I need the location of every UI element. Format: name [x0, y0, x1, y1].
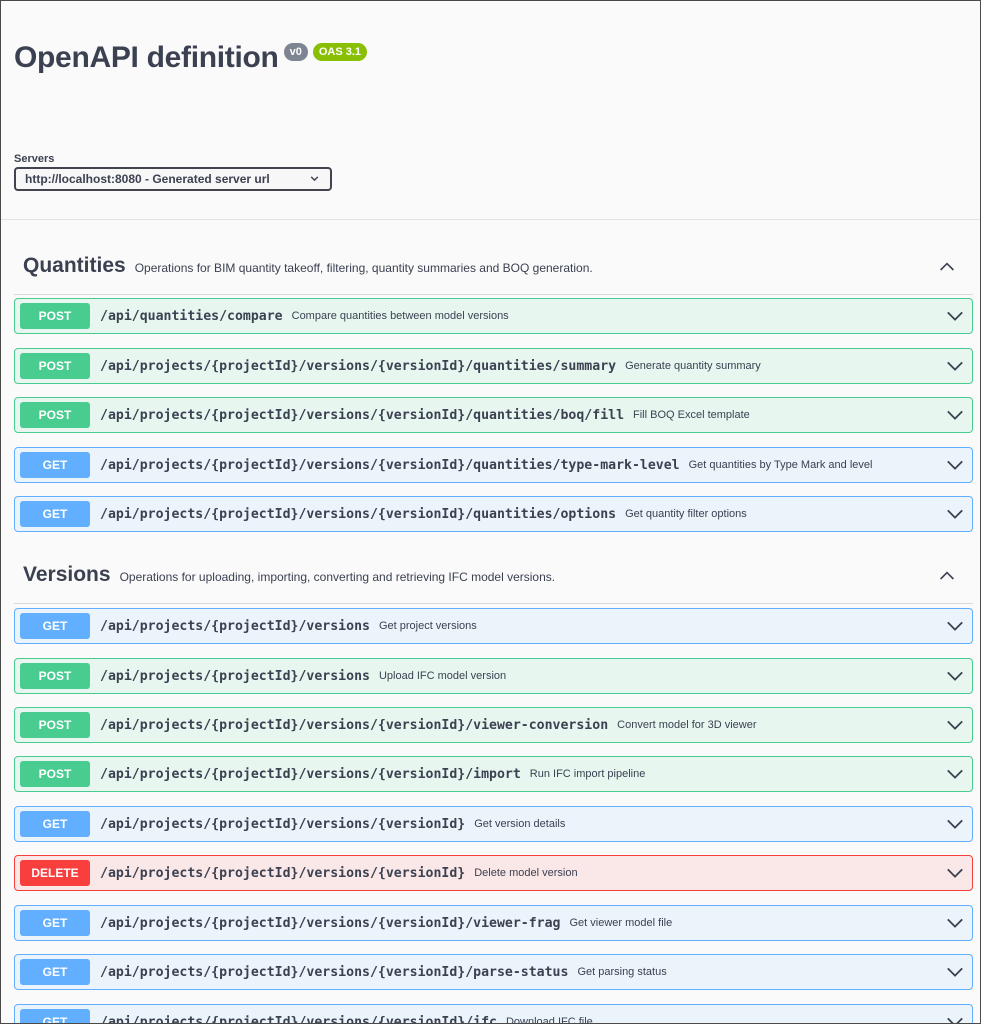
operation-summary: Convert model for 3D viewer	[617, 719, 757, 731]
method-badge: POST	[20, 761, 90, 787]
operation-path: /api/projects/{projectId}/versions/{vers…	[100, 457, 680, 473]
operation-summary: Compare quantities between model version…	[291, 310, 509, 322]
chevron-down-icon[interactable]	[946, 359, 964, 378]
operation-path: /api/projects/{projectId}/versions/{vers…	[100, 915, 561, 931]
operation-summary: Run IFC import pipeline	[529, 768, 646, 780]
servers-label: Servers	[14, 153, 55, 165]
chevron-down-icon[interactable]	[946, 669, 964, 688]
chevron-down-icon[interactable]	[946, 507, 964, 526]
tag-header-quantities[interactable]: Quantities Operations for BIM quantity t…	[14, 238, 973, 295]
method-badge: GET	[20, 501, 90, 527]
operation-row[interactable]: GET /api/projects/{projectId}/versions/{…	[14, 496, 973, 532]
operation-summary: Get parsing status	[577, 966, 667, 978]
chevron-down-icon[interactable]	[946, 965, 964, 984]
operation-summary: Get viewer model file	[569, 917, 673, 929]
server-select-value: http://localhost:8080 - Generated server…	[25, 172, 270, 186]
oas-badge: OAS 3.1	[312, 43, 368, 61]
tag-title: Quantities	[23, 254, 126, 277]
operation-row[interactable]: GET /api/projects/{projectId}/versions/{…	[14, 806, 973, 842]
chevron-down-icon[interactable]	[946, 718, 964, 737]
operation-path: /api/projects/{projectId}/versions/{vers…	[100, 358, 617, 374]
method-badge: DELETE	[20, 860, 90, 886]
chevron-down-icon[interactable]	[946, 619, 964, 638]
page-title: OpenAPI definition	[14, 41, 279, 74]
operation-row[interactable]: POST /api/projects/{projectId}/versions …	[14, 658, 973, 694]
operation-path: /api/quantities/compare	[100, 308, 283, 324]
tag-header-versions[interactable]: Versions Operations for uploading, impor…	[14, 547, 973, 604]
operation-summary: Get quantity filter options	[625, 508, 747, 520]
operation-path: /api/projects/{projectId}/versions/{vers…	[100, 1014, 497, 1024]
chevron-down-icon[interactable]	[946, 767, 964, 786]
operation-row[interactable]: DELETE /api/projects/{projectId}/version…	[14, 855, 973, 891]
tag-description: Operations for BIM quantity takeoff, fil…	[134, 260, 593, 275]
operation-summary: Get quantities by Type Mark and level	[688, 459, 873, 471]
operation-path: /api/projects/{projectId}/versions/{vers…	[100, 964, 569, 980]
method-badge: POST	[20, 303, 90, 329]
operation-path: /api/projects/{projectId}/versions/{vers…	[100, 407, 625, 423]
method-badge: GET	[20, 910, 90, 936]
method-badge: POST	[20, 663, 90, 689]
operation-row[interactable]: GET /api/projects/{projectId}/versions G…	[14, 608, 973, 644]
method-badge: GET	[20, 613, 90, 639]
chevron-down-icon[interactable]	[946, 916, 964, 935]
operation-path: /api/projects/{projectId}/versions/{vers…	[100, 717, 609, 733]
operation-summary: Download IFC file	[505, 1016, 593, 1024]
method-badge: GET	[20, 452, 90, 478]
operation-summary: Get project versions	[378, 620, 477, 632]
operation-path: /api/projects/{projectId}/versions/{vers…	[100, 506, 617, 522]
tag-description: Operations for uploading, importing, con…	[119, 569, 556, 584]
operation-row[interactable]: GET /api/projects/{projectId}/versions/{…	[14, 905, 973, 941]
chevron-down-icon[interactable]	[946, 408, 964, 427]
operation-summary: Fill BOQ Excel template	[633, 409, 750, 421]
title-row: OpenAPI definition v0 OAS 3.1	[14, 41, 368, 75]
operation-summary: Generate quantity summary	[625, 360, 761, 372]
operation-row[interactable]: POST /api/quantities/compare Compare qua…	[14, 298, 973, 334]
method-badge: POST	[20, 353, 90, 379]
version-badge: v0	[283, 43, 308, 61]
tag-section-quantities: Quantities Operations for BIM quantity t…	[14, 238, 973, 295]
tag-section-versions: Versions Operations for uploading, impor…	[14, 547, 973, 604]
chevron-up-icon[interactable]	[939, 568, 955, 586]
chevron-down-icon[interactable]	[946, 458, 964, 477]
chevron-down-icon[interactable]	[946, 817, 964, 836]
operation-row[interactable]: GET /api/projects/{projectId}/versions/{…	[14, 1004, 973, 1024]
operation-summary: Get version details	[474, 818, 566, 830]
chevron-up-icon[interactable]	[939, 259, 955, 277]
info-header: OpenAPI definition v0 OAS 3.1 Servers ht…	[1, 1, 980, 220]
operation-row[interactable]: POST /api/projects/{projectId}/versions/…	[14, 348, 973, 384]
operation-summary: Upload IFC model version	[378, 670, 507, 682]
operation-row[interactable]: POST /api/projects/{projectId}/versions/…	[14, 707, 973, 743]
operation-path: /api/projects/{projectId}/versions	[100, 618, 370, 634]
chevron-down-icon[interactable]	[946, 866, 964, 885]
swagger-page: OpenAPI definition v0 OAS 3.1 Servers ht…	[0, 0, 981, 1024]
chevron-down-icon[interactable]	[946, 1015, 964, 1023]
chevron-down-icon	[309, 173, 320, 187]
operation-row[interactable]: GET /api/projects/{projectId}/versions/{…	[14, 447, 973, 483]
operation-row[interactable]: GET /api/projects/{projectId}/versions/{…	[14, 954, 973, 990]
operation-path: /api/projects/{projectId}/versions	[100, 668, 370, 684]
method-badge: POST	[20, 712, 90, 738]
method-badge: GET	[20, 811, 90, 837]
method-badge: GET	[20, 959, 90, 985]
operation-summary: Delete model version	[474, 867, 578, 879]
operation-path: /api/projects/{projectId}/versions/{vers…	[100, 816, 466, 832]
tag-title: Versions	[23, 563, 111, 586]
operation-row[interactable]: POST /api/projects/{projectId}/versions/…	[14, 397, 973, 433]
server-select[interactable]: http://localhost:8080 - Generated server…	[14, 167, 332, 191]
method-badge: POST	[20, 402, 90, 428]
operation-path: /api/projects/{projectId}/versions/{vers…	[100, 865, 466, 881]
method-badge: GET	[20, 1009, 90, 1023]
operation-row[interactable]: POST /api/projects/{projectId}/versions/…	[14, 756, 973, 792]
chevron-down-icon[interactable]	[946, 309, 964, 328]
operation-path: /api/projects/{projectId}/versions/{vers…	[100, 766, 521, 782]
